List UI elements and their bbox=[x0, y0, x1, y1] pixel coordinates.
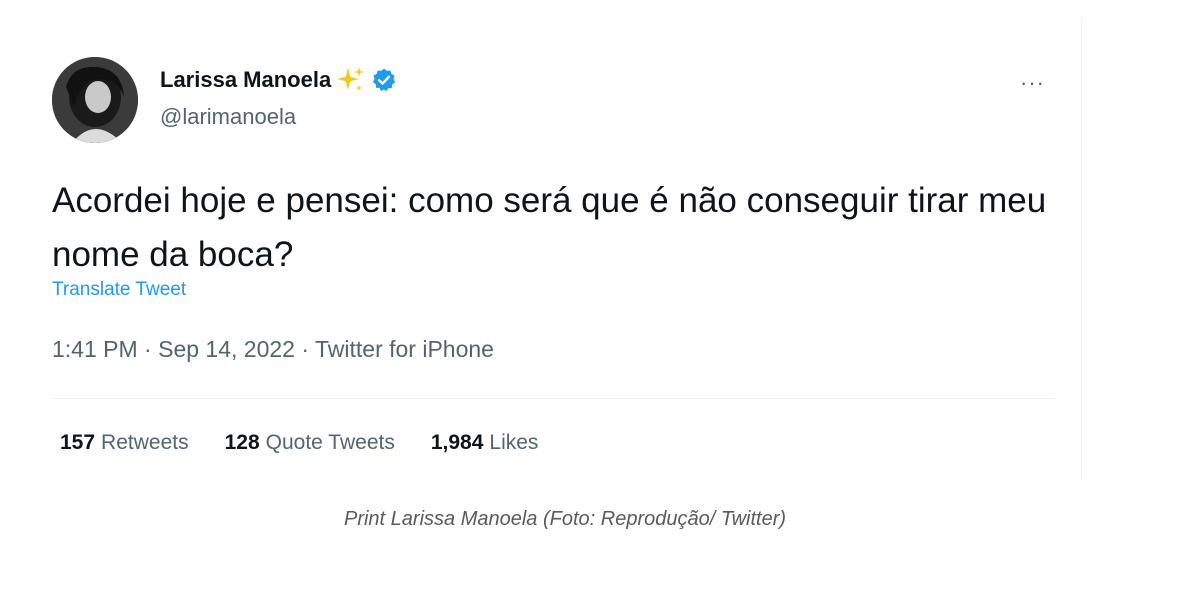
tweet-text: Acordei hoje e pensei: como será que é n… bbox=[52, 181, 1047, 274]
more-horizontal-icon: ··· bbox=[1020, 70, 1045, 95]
avatar-image bbox=[52, 57, 138, 143]
image-caption: Print Larissa Manoela (Foto: Reprodução/… bbox=[343, 508, 787, 530]
sparkles-emoji-icon bbox=[337, 66, 365, 94]
retweets-label: Retweets bbox=[101, 431, 189, 454]
tweet-date[interactable]: Sep 14, 2022 bbox=[158, 336, 295, 362]
avatar[interactable] bbox=[52, 57, 138, 143]
author-display-name[interactable]: Larissa Manoela bbox=[160, 67, 331, 93]
quote-tweets-label: Quote Tweets bbox=[265, 431, 395, 454]
meta-separator: · bbox=[144, 336, 152, 362]
retweets-count: 157 bbox=[60, 431, 96, 454]
retweets-stat[interactable]: 157 Retweets bbox=[60, 431, 189, 455]
translate-tweet-link[interactable]: Translate Tweet bbox=[52, 279, 186, 301]
quote-tweets-count: 128 bbox=[224, 431, 260, 454]
likes-stat[interactable]: 1,984 Likes bbox=[431, 431, 539, 455]
author-handle[interactable]: @larimanoela bbox=[160, 104, 296, 130]
verified-badge-icon bbox=[371, 67, 397, 93]
author-name-row: Larissa Manoela bbox=[160, 66, 397, 94]
meta-separator: · bbox=[301, 336, 310, 362]
tweet-stats: 157 Retweets 128 Quote Tweets 1,984 Likes bbox=[60, 431, 538, 455]
divider bbox=[52, 398, 1054, 399]
more-options-button[interactable]: ··· bbox=[1020, 70, 1045, 96]
tweet-metadata: 1:41 PM · Sep 14, 2022 · Twitter for iPh… bbox=[52, 336, 494, 363]
tweet-source[interactable]: Twitter for iPhone bbox=[315, 336, 494, 362]
likes-count: 1,984 bbox=[430, 431, 484, 454]
tweet-time[interactable]: 1:41 PM bbox=[52, 336, 138, 362]
likes-label: Likes bbox=[489, 431, 539, 454]
tweet-card: Larissa Manoela @larimanoela ··· Acordei… bbox=[30, 18, 1082, 480]
quote-tweets-stat[interactable]: 128 Quote Tweets bbox=[225, 431, 395, 455]
